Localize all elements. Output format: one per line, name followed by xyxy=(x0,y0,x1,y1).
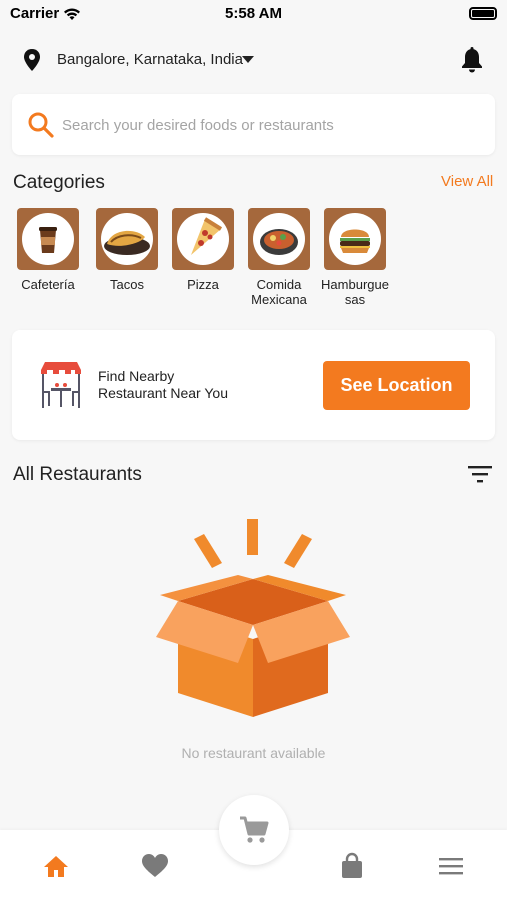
category-tile[interactable] xyxy=(324,208,386,270)
shopping-bag-icon[interactable] xyxy=(338,852,366,880)
status-bar: Carrier 5:58 AM xyxy=(0,0,507,28)
cart-button[interactable] xyxy=(219,795,289,865)
empty-box-icon xyxy=(156,519,350,717)
category-cafeteria[interactable]: Cafetería xyxy=(10,208,86,292)
hamburger-icon xyxy=(329,213,381,265)
category-label: Comida Mexicana xyxy=(251,277,307,307)
category-label: Tacos xyxy=(110,277,144,292)
category-tile[interactable] xyxy=(17,208,79,270)
all-restaurants-title: All Restaurants xyxy=(13,464,142,485)
location-pin-icon xyxy=(24,49,40,71)
pizza-icon xyxy=(177,213,229,265)
empty-state-text: No restaurant available xyxy=(181,745,326,761)
heart-icon[interactable] xyxy=(141,852,169,880)
nearby-line-1: Find Nearby xyxy=(98,368,175,384)
location-label[interactable]: Bangalore, Karnataka, India xyxy=(57,51,243,68)
status-time: 5:58 AM xyxy=(225,5,282,22)
search-input[interactable] xyxy=(62,110,482,140)
category-tile[interactable] xyxy=(248,208,310,270)
category-label: Hamburgue sas xyxy=(321,277,389,307)
search-bar[interactable] xyxy=(12,94,495,155)
cart-icon xyxy=(240,816,269,843)
category-hamburguesas[interactable]: Hamburgue sas xyxy=(317,208,393,307)
bell-icon[interactable] xyxy=(459,46,485,74)
nearby-text: Find Nearby Restaurant Near You xyxy=(98,368,248,402)
category-tile[interactable] xyxy=(96,208,158,270)
home-icon[interactable] xyxy=(42,852,70,880)
categories-title: Categories xyxy=(13,172,105,193)
see-location-button[interactable]: See Location xyxy=(323,361,470,410)
search-icon xyxy=(28,112,54,138)
location-bar[interactable]: Bangalore, Karnataka, India xyxy=(0,40,507,80)
menu-icon[interactable] xyxy=(437,852,465,880)
category-label: Cafetería xyxy=(21,277,75,292)
nearby-restaurant-card: Find Nearby Restaurant Near You See Loca… xyxy=(12,330,495,440)
category-label: Pizza xyxy=(187,277,219,292)
battery-icon xyxy=(469,7,497,20)
category-list: Cafetería Tacos Pizza Comida Mexicana Ha… xyxy=(17,208,497,308)
restaurant-table-icon xyxy=(41,362,81,408)
coffee-cup-icon xyxy=(22,213,74,265)
category-comida-mexicana[interactable]: Comida Mexicana xyxy=(241,208,317,307)
view-all-link[interactable]: View All xyxy=(441,173,493,190)
category-tile[interactable] xyxy=(172,208,234,270)
category-pizza[interactable]: Pizza xyxy=(165,208,241,292)
mexican-food-icon xyxy=(253,213,305,265)
chevron-down-icon[interactable] xyxy=(242,56,254,63)
category-tacos[interactable]: Tacos xyxy=(89,208,165,292)
tacos-icon xyxy=(101,213,153,265)
nearby-line-2: Restaurant Near You xyxy=(98,385,228,401)
filter-icon[interactable] xyxy=(468,465,492,483)
